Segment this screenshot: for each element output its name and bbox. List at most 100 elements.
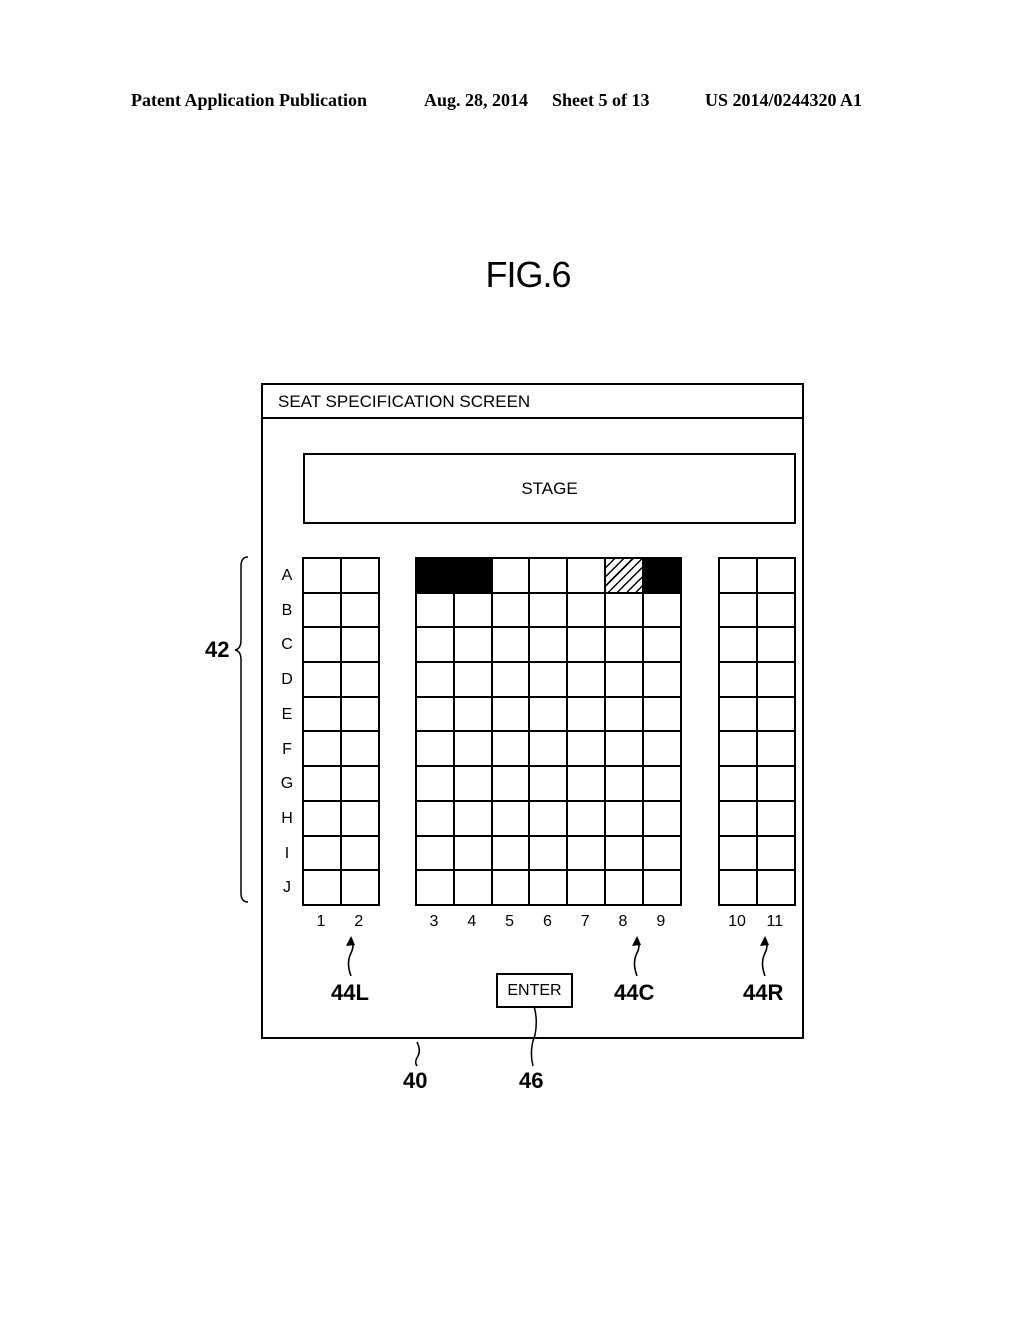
seat-b2[interactable] [341,593,380,629]
seat-j10[interactable] [720,871,758,906]
seat-h6[interactable] [530,801,569,837]
seat-i5[interactable] [492,836,531,872]
seat-j4[interactable] [454,871,493,906]
seat-i7[interactable] [568,836,606,872]
seat-g10[interactable] [720,767,758,802]
seat-a10[interactable] [720,559,758,594]
seat-h10[interactable] [720,801,758,837]
seat-j11[interactable] [757,871,796,906]
seat-j2[interactable] [341,871,380,906]
seat-i10[interactable] [720,836,758,872]
seat-d8[interactable] [605,663,644,698]
seat-a7[interactable] [568,559,606,594]
seat-g1[interactable] [304,767,342,802]
seat-e8[interactable] [605,697,644,733]
enter-button[interactable]: ENTER [496,973,573,1008]
seat-c9[interactable] [643,628,682,664]
seat-a3[interactable] [417,559,455,594]
seat-a4[interactable] [454,559,493,594]
seat-i8[interactable] [605,836,644,872]
seat-a2[interactable] [341,559,380,594]
seat-b6[interactable] [530,593,569,629]
seat-i6[interactable] [530,836,569,872]
seat-f3[interactable] [417,732,455,768]
seat-j5[interactable] [492,871,531,906]
seat-f5[interactable] [492,732,531,768]
seat-d11[interactable] [757,663,796,698]
seat-h4[interactable] [454,801,493,837]
seat-c2[interactable] [341,628,380,664]
seat-i11[interactable] [757,836,796,872]
seat-d1[interactable] [304,663,342,698]
seat-a5[interactable] [492,559,531,594]
seat-e2[interactable] [341,697,380,733]
seat-d5[interactable] [492,663,531,698]
seat-f1[interactable] [304,732,342,768]
seat-f11[interactable] [757,732,796,768]
seat-j6[interactable] [530,871,569,906]
seat-b7[interactable] [568,593,606,629]
seat-b8[interactable] [605,593,644,629]
seat-d4[interactable] [454,663,493,698]
seat-b5[interactable] [492,593,531,629]
seat-j7[interactable] [568,871,606,906]
seat-h9[interactable] [643,801,682,837]
seat-f4[interactable] [454,732,493,768]
seat-h8[interactable] [605,801,644,837]
seat-e6[interactable] [530,697,569,733]
seat-g2[interactable] [341,767,380,802]
seat-c10[interactable] [720,628,758,664]
seat-i4[interactable] [454,836,493,872]
seat-i9[interactable] [643,836,682,872]
seat-h7[interactable] [568,801,606,837]
seat-g5[interactable] [492,767,531,802]
seat-c5[interactable] [492,628,531,664]
seat-a8[interactable] [605,559,644,594]
seat-a11[interactable] [757,559,796,594]
seat-g8[interactable] [605,767,644,802]
seat-e10[interactable] [720,697,758,733]
seat-c7[interactable] [568,628,606,664]
seat-c11[interactable] [757,628,796,664]
seat-a6[interactable] [530,559,569,594]
seat-h5[interactable] [492,801,531,837]
seat-j8[interactable] [605,871,644,906]
seat-j9[interactable] [643,871,682,906]
seat-f2[interactable] [341,732,380,768]
seat-c4[interactable] [454,628,493,664]
seat-e1[interactable] [304,697,342,733]
seat-b1[interactable] [304,593,342,629]
seat-e4[interactable] [454,697,493,733]
seat-d7[interactable] [568,663,606,698]
seat-d10[interactable] [720,663,758,698]
seat-d9[interactable] [643,663,682,698]
seat-h1[interactable] [304,801,342,837]
seat-c3[interactable] [417,628,455,664]
seat-e9[interactable] [643,697,682,733]
seat-g3[interactable] [417,767,455,802]
seat-c1[interactable] [304,628,342,664]
seat-e5[interactable] [492,697,531,733]
seat-f9[interactable] [643,732,682,768]
seat-b4[interactable] [454,593,493,629]
seat-b9[interactable] [643,593,682,629]
seat-h11[interactable] [757,801,796,837]
seat-i3[interactable] [417,836,455,872]
seat-d2[interactable] [341,663,380,698]
seat-d3[interactable] [417,663,455,698]
seat-f6[interactable] [530,732,569,768]
seat-j1[interactable] [304,871,342,906]
seat-h3[interactable] [417,801,455,837]
seat-b10[interactable] [720,593,758,629]
seat-e7[interactable] [568,697,606,733]
seat-f7[interactable] [568,732,606,768]
seat-i2[interactable] [341,836,380,872]
seat-a9[interactable] [643,559,682,594]
seat-f8[interactable] [605,732,644,768]
seat-g6[interactable] [530,767,569,802]
seat-i1[interactable] [304,836,342,872]
seat-a1[interactable] [304,559,342,594]
seat-f10[interactable] [720,732,758,768]
seat-j3[interactable] [417,871,455,906]
seat-h2[interactable] [341,801,380,837]
